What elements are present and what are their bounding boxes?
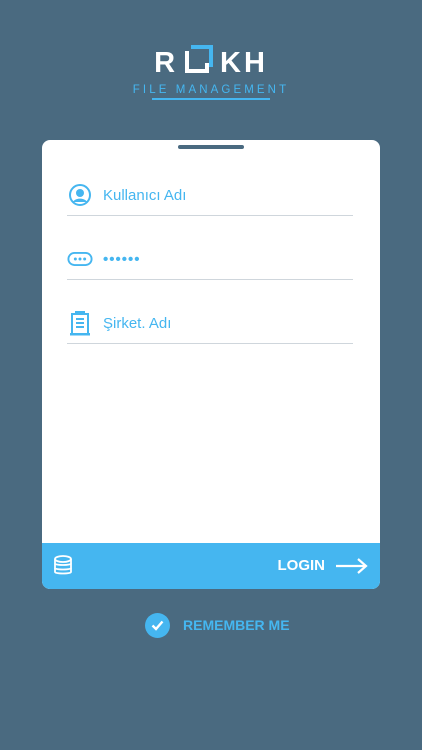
logo-bracket-icon [185, 45, 214, 81]
logo-underline [152, 98, 270, 100]
company-field[interactable]: Şirket. Adı [67, 303, 353, 344]
company-placeholder: Şirket. Adı [103, 314, 172, 332]
login-button[interactable]: LOGIN [278, 557, 326, 574]
logo-wordmark: R KH [0, 45, 422, 81]
username-field[interactable]: Kullanıcı Adı [67, 175, 353, 216]
password-value: •••••• [103, 250, 141, 268]
logo-letters-kh: KH [220, 46, 268, 79]
username-placeholder: Kullanıcı Adı [103, 186, 187, 204]
building-icon [67, 310, 93, 336]
app-logo: R KH FILE MANAGEMENT [0, 45, 422, 100]
database-icon[interactable] [53, 555, 73, 577]
login-bar: LOGIN [42, 543, 380, 589]
arrow-right-icon[interactable] [335, 557, 369, 575]
card-handle [178, 145, 244, 149]
logo-letter-r: R [154, 46, 179, 79]
user-circle-icon [67, 182, 93, 208]
logo-subtitle: FILE MANAGEMENT [132, 84, 290, 96]
remember-me-toggle[interactable]: REMEMBER ME [145, 612, 290, 638]
password-dots-icon [67, 246, 93, 272]
remember-me-label[interactable]: REMEMBER ME [183, 617, 290, 633]
login-card: Kullanıcı Adı •••••• Şirket. Adı LOGIN [42, 140, 380, 589]
password-field[interactable]: •••••• [67, 239, 353, 280]
checkmark-icon[interactable] [145, 612, 170, 638]
